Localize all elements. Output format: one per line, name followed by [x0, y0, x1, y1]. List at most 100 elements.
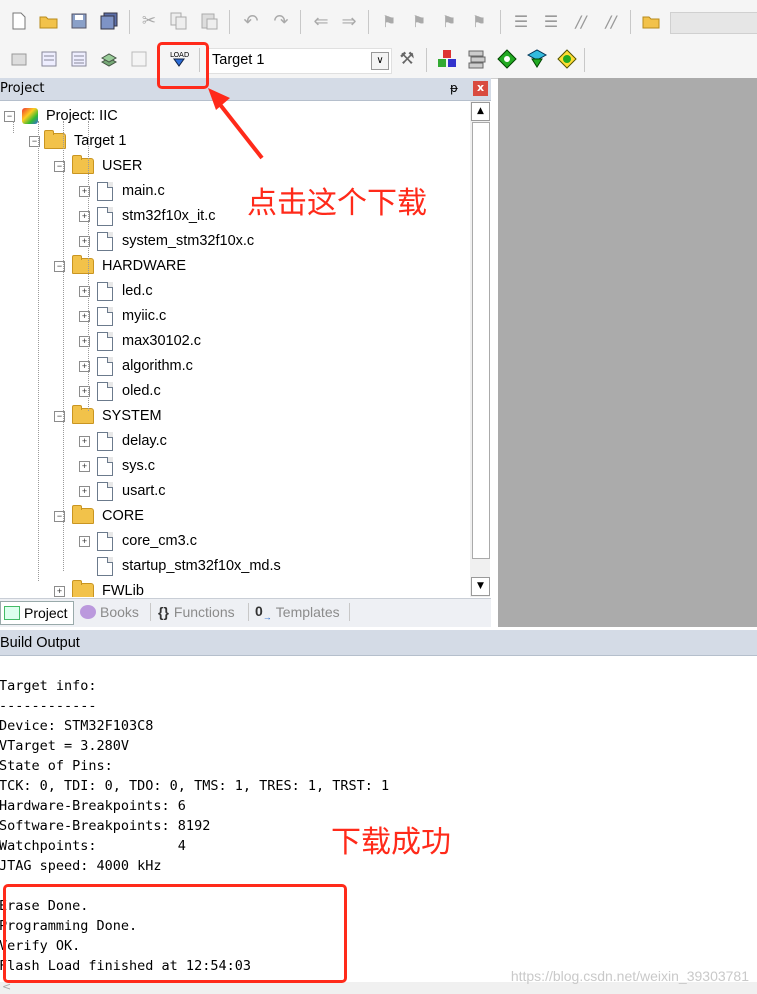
- cut-icon[interactable]: ✂: [138, 10, 160, 32]
- tree-file-item[interactable]: + algorithm.c: [79, 355, 193, 377]
- tree-file-item[interactable]: + max30102.c: [79, 330, 201, 352]
- folder-icon: [72, 155, 94, 174]
- expand-icon[interactable]: +: [79, 535, 90, 547]
- close-icon[interactable]: x: [473, 81, 488, 96]
- tab-project[interactable]: Project: [0, 601, 74, 625]
- file-icon: [97, 331, 113, 351]
- tab-project-label: Project: [24, 605, 68, 621]
- undo-icon[interactable]: ↶: [240, 10, 262, 32]
- tree-item-label: sys.c: [122, 458, 156, 474]
- tree-target-item[interactable]: − Target 1: [29, 130, 126, 152]
- save-all-icon[interactable]: [98, 10, 120, 32]
- paste-icon[interactable]: [198, 10, 220, 32]
- file-icon: [97, 356, 113, 376]
- build-icon[interactable]: [38, 48, 60, 70]
- tree-vertical-scrollbar[interactable]: ▲ ▼: [470, 101, 490, 597]
- scroll-thumb[interactable]: [472, 122, 490, 559]
- expand-icon[interactable]: +: [54, 585, 65, 597]
- tree-item-label: Target 1: [74, 133, 127, 149]
- build-output-line: Hardware-Breakpoints: 6: [0, 798, 186, 814]
- tree-file-item[interactable]: + stm32f10x_it.c: [79, 205, 216, 227]
- build-output-line: TCK: 0, TDI: 0, TDO: 0, TMS: 1, TRES: 1,…: [0, 778, 390, 794]
- success-note: 下载成功: [331, 825, 451, 860]
- build-output-line: Device: STM32F103C8: [0, 718, 154, 734]
- unindent-icon[interactable]: ☰: [540, 10, 562, 32]
- tree-folder-item[interactable]: − HARDWARE: [54, 255, 186, 277]
- expand-icon[interactable]: +: [79, 460, 90, 472]
- project-panel-title: Project: [0, 81, 45, 96]
- redo-icon[interactable]: ↷: [270, 10, 292, 32]
- indent-icon[interactable]: ☰: [510, 10, 532, 32]
- file-icon: [97, 481, 113, 501]
- tab-functions-label: Functions: [173, 604, 235, 620]
- tree-project-item[interactable]: − Project: IIC: [4, 105, 118, 127]
- rebuild-icon[interactable]: [68, 48, 90, 70]
- tab-books[interactable]: Books: [80, 601, 139, 623]
- chevron-down-icon[interactable]: ∨: [371, 52, 389, 70]
- find-combo[interactable]: [670, 12, 757, 34]
- tree-item-label: HARDWARE: [102, 258, 187, 274]
- watermark: https://blog.csdn.net/weixin_39303781: [510, 968, 749, 984]
- target-select[interactable]: Target 1 ∨: [206, 48, 392, 74]
- project-tab-icon: [4, 606, 20, 620]
- save-icon[interactable]: [68, 10, 90, 32]
- tree-file-item[interactable]: + system_stm32f10x.c: [79, 230, 254, 252]
- select-packs-icon[interactable]: [466, 48, 488, 70]
- open-folder-icon[interactable]: [38, 10, 60, 32]
- tree-folder-item[interactable]: − SYSTEM: [54, 405, 162, 427]
- batch-build-icon[interactable]: [98, 48, 120, 70]
- bookmark-clear-icon[interactable]: ⚑: [468, 10, 490, 32]
- tree-file-item[interactable]: + usart.c: [79, 480, 166, 502]
- tree-file-item[interactable]: + main.c: [79, 180, 165, 202]
- pack-installer-icon[interactable]: [526, 48, 548, 70]
- bookmark-next-icon[interactable]: ⚑: [438, 10, 460, 32]
- bookmark-prev-icon[interactable]: ⚑: [408, 10, 430, 32]
- copy-icon[interactable]: [168, 10, 190, 32]
- manage-run-time-icon[interactable]: [496, 48, 518, 70]
- tree-file-item[interactable]: + oled.c: [79, 380, 161, 402]
- tree-file-item[interactable]: + delay.c: [79, 430, 167, 452]
- expand-icon[interactable]: +: [79, 435, 90, 447]
- pin-icon[interactable]: ᵽ: [450, 81, 458, 95]
- tree-folder-item[interactable]: + FWLib: [54, 580, 144, 597]
- find-in-files-icon[interactable]: [640, 10, 662, 32]
- stop-build-icon[interactable]: [128, 48, 150, 70]
- tree-folder-item[interactable]: − CORE: [54, 505, 144, 527]
- tree-connector: [13, 121, 14, 133]
- file-icon: [97, 456, 113, 476]
- uncomment-icon[interactable]: //: [600, 10, 622, 32]
- translate-icon[interactable]: [8, 48, 30, 70]
- project-tree[interactable]: − Project: IIC − Target 1− USER + main.c + stm32…: [0, 101, 470, 597]
- tree-file-item[interactable]: + myiic.c: [79, 305, 166, 327]
- software-packs-icon[interactable]: [556, 48, 578, 70]
- build-output-line: Target info:: [0, 678, 97, 694]
- file-icon: [97, 231, 113, 251]
- bookmark-icon[interactable]: ⚑: [378, 10, 400, 32]
- comment-icon[interactable]: //: [570, 10, 592, 32]
- file-icon: [97, 531, 113, 551]
- tab-templates[interactable]: 0→ Templates: [255, 601, 340, 623]
- new-file-icon[interactable]: [8, 10, 30, 32]
- tab-functions[interactable]: {} Functions: [158, 601, 235, 623]
- tree-item-label: startup_stm32f10x_md.s: [122, 558, 281, 574]
- nav-back-icon[interactable]: ⇐: [310, 10, 332, 32]
- file-icon: [97, 431, 113, 451]
- folder-icon: [72, 580, 94, 597]
- project-tabs: Project Books {} Functions 0→ Templates: [0, 598, 491, 627]
- tree-folder-item[interactable]: − USER: [54, 155, 142, 177]
- tree-file-item[interactable]: startup_stm32f10x_md.s: [79, 555, 281, 577]
- expand-icon[interactable]: +: [79, 485, 90, 497]
- build-output-line: ------------: [0, 698, 97, 714]
- tree-file-item[interactable]: + led.c: [79, 280, 153, 302]
- nav-forward-icon[interactable]: ⇒: [338, 10, 360, 32]
- manage-components-icon[interactable]: [436, 48, 458, 70]
- folder-icon: [72, 405, 94, 424]
- options-for-target-icon[interactable]: ⚒: [396, 48, 418, 70]
- scroll-up-icon[interactable]: ▲: [471, 102, 490, 121]
- collapse-icon[interactable]: −: [4, 110, 15, 122]
- file-icon: [97, 381, 113, 401]
- scroll-down-icon[interactable]: ▼: [471, 577, 490, 596]
- tree-file-item[interactable]: + core_cm3.c: [79, 530, 197, 552]
- tree-file-item[interactable]: + sys.c: [79, 455, 155, 477]
- tree-connector: [38, 121, 39, 581]
